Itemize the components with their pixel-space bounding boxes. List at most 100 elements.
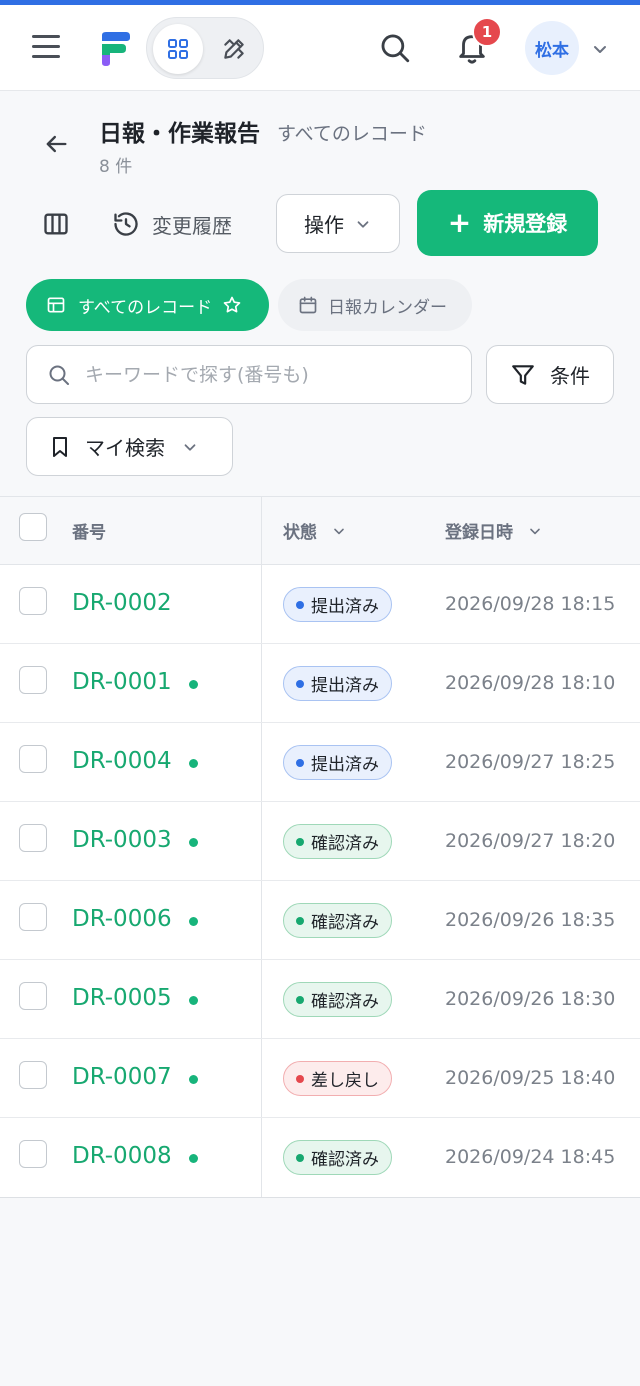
page-title: 日報・作業報告 (99, 121, 260, 147)
filter-icon (512, 364, 534, 385)
unread-dot (189, 759, 198, 768)
column-divider (261, 881, 262, 959)
star-icon[interactable] (222, 295, 242, 315)
record-count: 8 件 (99, 157, 133, 177)
chevron-down-icon (334, 528, 344, 534)
table-icon (47, 297, 65, 313)
record-number-link[interactable]: DR-0005 (72, 985, 172, 1011)
record-number-link[interactable]: DR-0003 (72, 827, 172, 853)
status-label: 確認済み (311, 1150, 379, 1170)
condition-label: 条件 (550, 364, 590, 388)
registered-datetime: 2026/09/27 18:25 (445, 751, 616, 773)
new-record-label: 新規登録 (483, 212, 568, 236)
status-dot (296, 679, 304, 688)
table-body: DR-0002 提出済み 2026/09/28 18:15 DR-0001 提出済み 20… (0, 565, 640, 1197)
table-row[interactable]: DR-0002 提出済み 2026/09/28 18:15 (0, 565, 640, 644)
registered-datetime: 2026/09/28 18:10 (445, 672, 616, 694)
view-chip-all-records[interactable]: すべてのレコード (26, 279, 269, 331)
status-badge: 提出済み (283, 666, 392, 701)
columns-icon[interactable] (42, 210, 70, 238)
registered-datetime: 2026/09/28 18:15 (445, 593, 616, 615)
search-icon[interactable] (378, 31, 412, 65)
keyword-search-box (26, 345, 472, 404)
table-row[interactable]: DR-0005 確認済み 2026/09/26 18:30 (0, 960, 640, 1039)
column-header-number[interactable]: 番号 (72, 518, 106, 543)
calendar-icon (299, 296, 317, 314)
column-header-status[interactable]: 状態 (283, 518, 347, 543)
status-label: 差し戻し (311, 1071, 379, 1091)
history-icon (114, 212, 138, 236)
column-divider (261, 723, 262, 801)
row-checkbox[interactable] (19, 982, 47, 1010)
chevron-down-icon (357, 220, 369, 228)
record-number-link[interactable]: DR-0006 (72, 906, 172, 932)
record-number-link[interactable]: DR-0001 (72, 669, 172, 695)
table-row[interactable]: DR-0004 提出済み 2026/09/27 18:25 (0, 723, 640, 802)
status-badge: 提出済み (283, 587, 392, 622)
notification-badge: 1 (472, 17, 502, 47)
column-divider (261, 1118, 262, 1197)
tools-icon (224, 39, 244, 59)
user-avatar[interactable]: 松本 (525, 21, 579, 75)
unread-dot (189, 996, 198, 1005)
history-button[interactable]: 変更履歴 (112, 206, 232, 242)
column-divider (261, 565, 262, 643)
status-badge: 確認済み (283, 903, 392, 938)
status-label: 提出済み (311, 676, 379, 696)
unread-dot (189, 1154, 198, 1163)
unread-dot (189, 917, 198, 926)
table-row[interactable]: DR-0008 確認済み 2026/09/24 18:45 (0, 1118, 640, 1197)
record-number-link[interactable]: DR-0004 (72, 748, 172, 774)
registered-datetime: 2026/09/24 18:45 (445, 1146, 616, 1168)
status-label: 確認済み (311, 992, 379, 1012)
keyword-search-input[interactable] (85, 363, 445, 386)
table-header: 番号 状態 登録日時 (0, 497, 640, 565)
registered-datetime: 2026/09/25 18:40 (445, 1067, 616, 1089)
my-search-dropdown[interactable]: マイ検索 (26, 417, 233, 476)
history-label: 変更履歴 (152, 213, 232, 238)
chevron-down-icon[interactable] (590, 39, 610, 59)
row-checkbox[interactable] (19, 1061, 47, 1089)
menu-icon[interactable] (32, 35, 60, 61)
status-label: 提出済み (311, 597, 379, 617)
row-checkbox[interactable] (19, 824, 47, 852)
operations-button[interactable]: 操作 (276, 194, 400, 253)
apps-grid-button[interactable] (153, 24, 203, 74)
record-number-link[interactable]: DR-0008 (72, 1143, 172, 1169)
status-badge: 提出済み (283, 745, 392, 780)
status-dot (296, 758, 304, 767)
record-number-link[interactable]: DR-0007 (72, 1064, 172, 1090)
new-record-button[interactable]: + 新規登録 (417, 190, 598, 256)
row-checkbox[interactable] (19, 587, 47, 615)
view-chip-calendar-label: 日報カレンダー (328, 297, 447, 318)
table-row[interactable]: DR-0003 確認済み 2026/09/27 18:20 (0, 802, 640, 881)
table-row[interactable]: DR-0007 差し戻し 2026/09/25 18:40 (0, 1039, 640, 1118)
column-header-date[interactable]: 登録日時 (445, 518, 543, 543)
registered-datetime: 2026/09/26 18:30 (445, 988, 616, 1010)
view-chip-calendar[interactable]: 日報カレンダー (278, 279, 472, 331)
tools-button[interactable] (209, 24, 259, 74)
status-label: 確認済み (311, 913, 379, 933)
table-row[interactable]: DR-0006 確認済み 2026/09/26 18:35 (0, 881, 640, 960)
back-arrow-icon[interactable] (42, 130, 70, 158)
row-checkbox[interactable] (19, 666, 47, 694)
row-checkbox[interactable] (19, 903, 47, 931)
table-row[interactable]: DR-0001 提出済み 2026/09/28 18:10 (0, 644, 640, 723)
condition-filter-button[interactable]: 条件 (486, 345, 614, 404)
view-chip-all-label: すべてのレコード (78, 297, 213, 318)
row-checkbox[interactable] (19, 745, 47, 773)
unread-dot (189, 838, 198, 847)
status-badge: 差し戻し (283, 1061, 392, 1096)
column-divider (261, 1039, 262, 1117)
select-all-checkbox[interactable] (19, 513, 47, 541)
row-checkbox[interactable] (19, 1140, 47, 1168)
column-divider (261, 497, 262, 564)
column-header-number-label: 番号 (72, 523, 106, 543)
status-dot (296, 600, 304, 609)
status-badge: 確認済み (283, 1140, 392, 1175)
unread-dot (189, 680, 198, 689)
mode-switch (146, 17, 264, 79)
record-number-link[interactable]: DR-0002 (72, 590, 172, 616)
app-logo[interactable] (96, 29, 136, 69)
app-header: 1 松本 (0, 5, 640, 91)
